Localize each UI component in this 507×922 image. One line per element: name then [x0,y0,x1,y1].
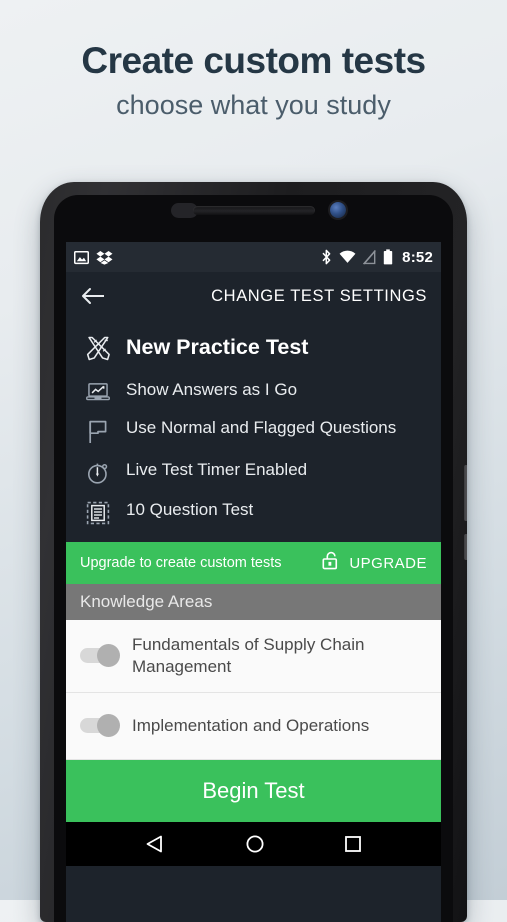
laptop-chart-icon [80,379,116,403]
knowledge-area-toggle[interactable] [80,714,120,737]
upgrade-banner-text: Upgrade to create custom tests [80,555,282,571]
phone-screen: 8:52 CHANGE TEST SETTINGS New Practice T… [66,242,441,922]
setting-label: New Practice Test [126,335,309,359]
toggle-thumb [97,644,120,668]
signal-off-icon [363,249,376,264]
back-arrow-icon[interactable] [80,286,106,306]
setting-label: 10 Question Test [126,500,254,519]
knowledge-area-label: Implementation and Operations [132,715,370,735]
setting-row-flagged-questions[interactable]: Use Normal and Flagged Questions [66,410,441,452]
toggle-thumb [97,714,120,737]
page-subtitle: choose what you study [116,89,391,120]
front-camera [330,202,346,218]
setting-row-show-answers[interactable]: Show Answers as I Go [66,372,441,410]
volume-button[interactable] [464,465,467,521]
android-navigation-bar [66,821,441,866]
setting-label: Live Test Timer Enabled [126,460,308,479]
promo-header: Create custom tests choose what you stud… [0,0,507,121]
dropbox-icon [96,250,113,265]
knowledge-area-label: Fundamentals of Supply Chain Management [132,635,365,676]
wifi-icon [339,250,356,263]
knowledge-area-row[interactable]: Fundamentals of Supply Chain Management [66,620,441,693]
pencil-ruler-icon [80,332,116,362]
image-icon [74,250,89,264]
setting-row-new-practice-test[interactable]: New Practice Test [66,322,441,372]
power-button[interactable] [464,534,467,560]
document-list-icon [80,499,116,525]
nav-home-icon[interactable] [245,834,265,854]
battery-icon [383,249,393,265]
bluetooth-icon [322,249,331,265]
section-title: Knowledge Areas [80,592,213,611]
unlock-icon [321,551,342,575]
nav-recents-icon[interactable] [344,835,362,853]
test-settings-list: New Practice Test Show Answers as I Go U… [66,320,441,542]
phone-device-frame: 8:52 CHANGE TEST SETTINGS New Practice T… [40,182,467,922]
knowledge-areas-header: Knowledge Areas [66,584,441,620]
setting-row-question-count[interactable]: 10 Question Test [66,492,441,532]
knowledge-area-row[interactable]: Implementation and Operations [66,693,441,760]
earpiece-speaker [192,206,315,215]
page-title: Create custom tests [81,40,426,81]
app-bar-title: CHANGE TEST SETTINGS [211,286,427,305]
status-bar-left-icons [74,250,113,265]
setting-label: Show Answers as I Go [126,380,298,399]
status-bar-right-icons: 8:52 [321,249,433,266]
status-bar: 8:52 [66,242,441,272]
begin-test-button[interactable]: Begin Test [66,759,441,822]
flag-icon [80,417,116,445]
upgrade-button-label: UPGRADE [349,554,427,572]
setting-label: Use Normal and Flagged Questions [126,418,397,437]
stopwatch-icon [80,459,116,485]
knowledge-areas-list: Fundamentals of Supply Chain Management … [66,620,441,760]
upgrade-button[interactable]: UPGRADE [321,551,427,575]
app-bar: CHANGE TEST SETTINGS [66,272,441,320]
status-bar-clock: 8:52 [402,248,433,266]
knowledge-area-toggle[interactable] [80,644,120,668]
upgrade-banner[interactable]: Upgrade to create custom tests UPGRADE [66,542,441,584]
nav-back-icon[interactable] [145,834,167,854]
setting-row-live-timer[interactable]: Live Test Timer Enabled [66,452,441,492]
